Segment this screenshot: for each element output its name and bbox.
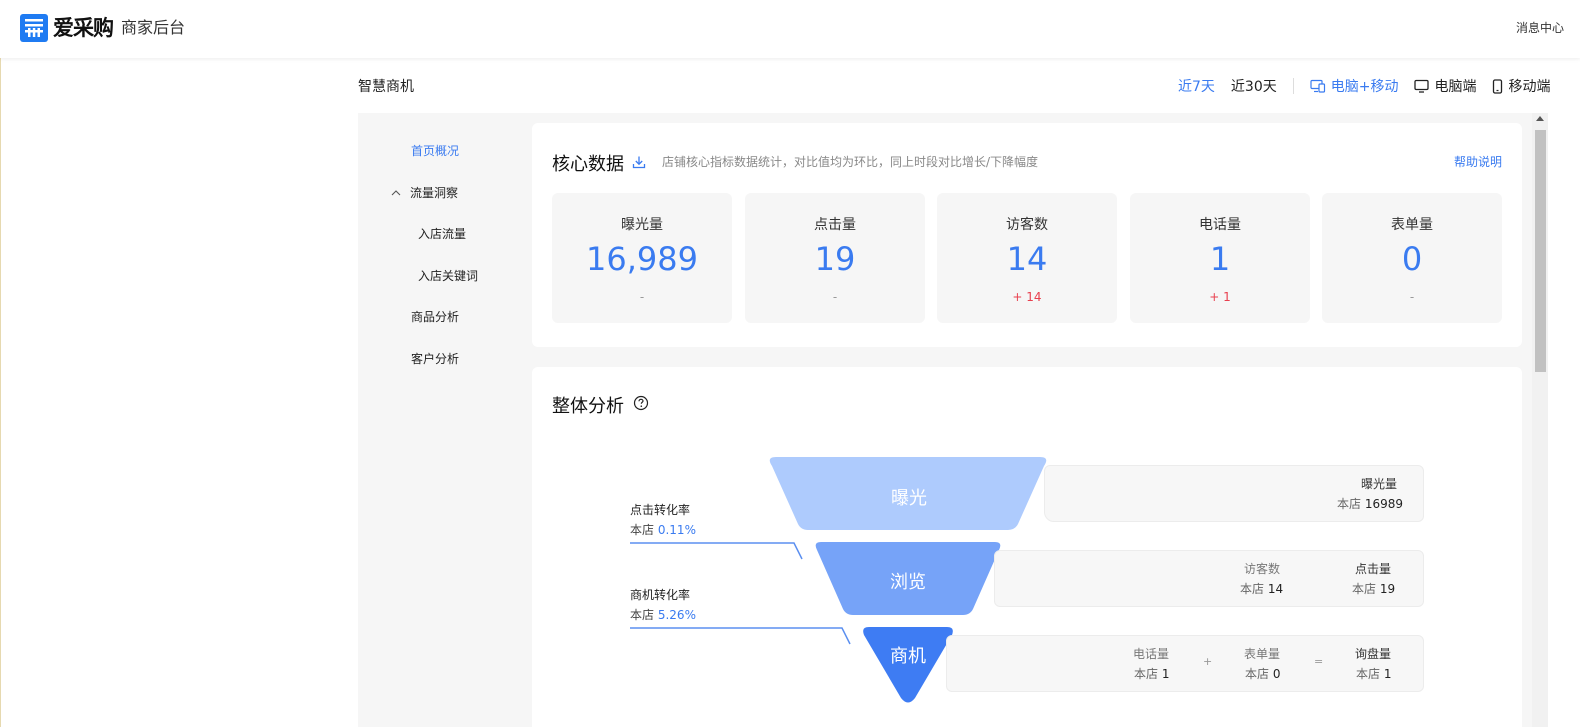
- pc-mobile-icon: [1310, 79, 1326, 93]
- visitor-stat-value: 本店 14: [1240, 580, 1283, 597]
- nav-item-customer-analysis[interactable]: 客户分析: [411, 350, 459, 367]
- metric-card-exposure: 曝光量 16,989 -: [552, 193, 732, 323]
- click-conversion-label: 点击转化率: [630, 503, 691, 517]
- filter-divider: [1292, 78, 1294, 94]
- metric-label: 点击量: [814, 217, 856, 233]
- core-data-card: 核心数据 店铺核心指标数据统计，对比值均为环比，同上时段对比增长/下降幅度 帮助…: [532, 123, 1522, 347]
- form-stat-value: 本店 0: [1245, 665, 1280, 682]
- device-pc-tab[interactable]: 电脑端: [1414, 76, 1476, 96]
- nav-item-store-keywords[interactable]: 入店关键词: [418, 267, 478, 284]
- metric-delta: + 14: [1012, 290, 1042, 304]
- phone-stat-value: 本店 1: [1134, 665, 1169, 682]
- metric-delta: + 1: [1209, 290, 1231, 304]
- click-conversion-prefix: 本店: [630, 523, 655, 537]
- device-all-tab[interactable]: 电脑+移动: [1310, 76, 1399, 96]
- aicaigou-logo-icon[interactable]: [20, 14, 48, 42]
- click-stat-head: 点击量: [1355, 562, 1392, 576]
- equals-operator: =: [1314, 655, 1324, 668]
- click-conversion-value: 本店 0.11%: [630, 521, 696, 538]
- biz-conversion-value: 本店 5.26%: [630, 606, 696, 623]
- metric-label: 表单量: [1391, 217, 1433, 233]
- page-title: 智慧商机: [358, 79, 414, 95]
- metric-card-clicks: 点击量 19 -: [745, 193, 925, 323]
- period-7-days-tab[interactable]: 近7天: [1178, 76, 1215, 96]
- metric-delta: -: [1409, 290, 1415, 304]
- top-header: 爱采购 商家后台 消息中心: [0, 0, 1580, 58]
- scroll-up-arrow-icon[interactable]: [1536, 116, 1544, 121]
- nav-item-store-traffic[interactable]: 入店流量: [418, 225, 466, 242]
- funnel-stage-browse-label: 浏览: [890, 572, 926, 593]
- side-navigation: 首页概况 流量洞察 入店流量 入店关键词 商品分析 客户分析: [358, 113, 512, 727]
- metric-card-visitors: 访客数 14 + 14: [937, 193, 1117, 323]
- visitor-stat-head: 访客数: [1244, 562, 1281, 576]
- biz-conversion-label: 商机转化率: [630, 588, 691, 602]
- chevron-up-icon: [391, 189, 401, 196]
- browse-stat-box: 访客数 本店 14 点击量 本店 19: [994, 550, 1424, 607]
- funnel-stage-business-label: 商机: [890, 646, 926, 667]
- metric-delta: -: [832, 290, 838, 304]
- metric-label: 访客数: [1006, 217, 1048, 233]
- phone-stat-number: 1: [1161, 667, 1170, 681]
- filter-bar: 近7天 近30天 电脑+移动 电脑端 移动端: [1178, 76, 1566, 96]
- metric-value: 1: [1209, 240, 1231, 278]
- device-pc-label: 电脑端: [1434, 79, 1477, 95]
- nav-item-product-analysis[interactable]: 商品分析: [411, 308, 459, 325]
- inquiry-stat-head: 询盘量: [1355, 647, 1392, 661]
- metric-card-forms: 表单量 0 -: [1322, 193, 1502, 323]
- period-30-days-tab[interactable]: 近30天: [1231, 76, 1277, 96]
- inquiry-stat-prefix: 本店: [1356, 667, 1381, 681]
- inquiry-stat-value: 本店 1: [1356, 665, 1391, 682]
- device-mobile-label: 移动端: [1508, 79, 1551, 95]
- metric-label: 电话量: [1199, 217, 1241, 233]
- exposure-stat-value: 本店 16989: [1337, 495, 1403, 512]
- click-stat-prefix: 本店: [1352, 582, 1377, 596]
- logo-text[interactable]: 爱采购: [53, 14, 114, 42]
- metric-delta: -: [639, 290, 645, 304]
- download-icon[interactable]: [632, 154, 646, 173]
- exposure-stat-number: 16989: [1364, 497, 1403, 511]
- phone-stat-prefix: 本店: [1134, 667, 1159, 681]
- monitor-icon: [1414, 79, 1430, 93]
- click-conversion-connector: [630, 542, 803, 560]
- help-link[interactable]: 帮助说明: [1454, 153, 1502, 170]
- visitor-stat-prefix: 本店: [1240, 582, 1265, 596]
- metric-value: 16,989: [586, 240, 698, 278]
- form-stat-head: 表单量: [1244, 647, 1281, 661]
- form-stat-number: 0: [1272, 667, 1281, 681]
- device-all-label: 电脑+移动: [1330, 79, 1399, 95]
- phone-icon: [1492, 78, 1503, 94]
- click-conversion-rate: 0.11%: [657, 523, 696, 537]
- exposure-stat-head: 曝光量: [1360, 477, 1397, 491]
- nav-item-traffic-insight[interactable]: 流量洞察: [391, 184, 458, 201]
- nav-item-traffic-insight-label: 流量洞察: [410, 186, 459, 200]
- exposure-stat-prefix: 本店: [1336, 497, 1361, 511]
- metric-card-calls: 电话量 1 + 1: [1130, 193, 1310, 323]
- core-data-description: 店铺核心指标数据统计，对比值均为环比，同上时段对比增长/下降幅度: [662, 155, 1039, 169]
- core-data-title: 核心数据: [552, 154, 624, 175]
- left-edge-divider: [0, 58, 1, 727]
- nav-item-home-overview[interactable]: 首页概况: [411, 142, 459, 159]
- phone-stat-head: 电话量: [1133, 647, 1170, 661]
- metric-label: 曝光量: [621, 217, 663, 233]
- funnel-stage-exposure-label: 曝光: [891, 488, 927, 509]
- scrollbar-thumb[interactable]: [1535, 130, 1546, 372]
- form-stat-prefix: 本店: [1245, 667, 1270, 681]
- visitor-stat-number: 14: [1267, 582, 1284, 596]
- click-stat-number: 19: [1379, 582, 1396, 596]
- metric-value: 14: [1006, 240, 1048, 278]
- business-stat-box: 电话量 本店 1 + 表单量 本店 0 = 询盘量 本店 1: [946, 635, 1424, 692]
- click-stat-value: 本店 19: [1352, 580, 1395, 597]
- metric-value: 19: [814, 240, 856, 278]
- device-mobile-tab[interactable]: 移动端: [1492, 76, 1550, 96]
- biz-conversion-prefix: 本店: [630, 608, 655, 622]
- inquiry-stat-number: 1: [1383, 667, 1392, 681]
- header-subtitle: 商家后台: [121, 18, 186, 37]
- plus-operator: +: [1203, 655, 1213, 668]
- message-center-link[interactable]: 消息中心: [1516, 19, 1564, 36]
- overall-analysis-card: 整体分析 曝光 浏览 商机 点击转化率 本店 0.11% 商机转化率 本店 5.…: [532, 367, 1522, 727]
- biz-conversion-rate: 5.26%: [657, 608, 696, 622]
- exposure-stat-box: 曝光量 本店 16989: [1044, 465, 1424, 522]
- metric-value: 0: [1401, 240, 1423, 278]
- biz-conversion-connector: [630, 627, 851, 645]
